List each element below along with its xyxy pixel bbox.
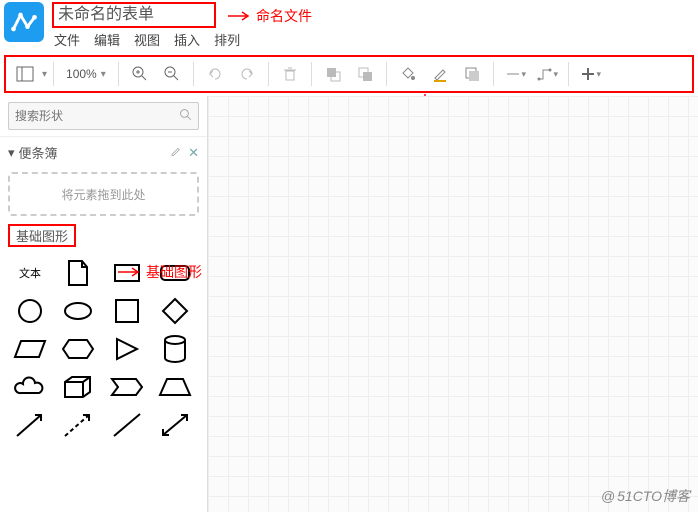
fill-color-button[interactable]	[393, 60, 423, 88]
search-input[interactable]	[8, 102, 199, 130]
scratchpad-dropzone[interactable]: 将元素拖到此处	[8, 172, 199, 216]
shape-diamond[interactable]	[155, 295, 195, 327]
app-logo	[4, 2, 44, 42]
sidebar: ▾ 便条簿 ✕ 将元素拖到此处 基础图形 文本	[0, 96, 208, 512]
undo-button[interactable]	[200, 60, 230, 88]
shape-cloud[interactable]	[10, 371, 50, 403]
menu-insert[interactable]: 插入	[174, 30, 200, 49]
shape-line-arrow[interactable]	[10, 409, 50, 441]
drawing-canvas[interactable]	[208, 96, 698, 512]
shape-rect[interactable]	[107, 295, 147, 327]
search-icon[interactable]	[179, 108, 193, 125]
shape-trapezoid[interactable]	[155, 371, 195, 403]
close-icon[interactable]: ✕	[188, 145, 199, 161]
chevron-down-icon: ▾	[8, 145, 15, 161]
annotation-basic-shapes: 基础图形	[118, 262, 202, 282]
toolbar: ▾ 100%▾ ▾ ▾ ▾	[4, 55, 694, 93]
shape-bidirectional-arrow[interactable]	[155, 409, 195, 441]
delete-button[interactable]	[275, 60, 305, 88]
document-title[interactable]: 未命名的表单	[52, 2, 216, 28]
search-shapes	[8, 102, 199, 130]
shape-ellipse[interactable]	[58, 295, 98, 327]
zoom-out-button[interactable]	[157, 60, 187, 88]
edit-icon[interactable]	[170, 145, 182, 161]
basic-shapes-header[interactable]: 基础图形	[8, 224, 199, 247]
line-color-button[interactable]	[425, 60, 455, 88]
menu-view[interactable]: 视图	[134, 30, 160, 49]
menubar: 文件 编辑 视图 插入 排列	[52, 30, 240, 49]
watermark: @51CTO博客	[601, 486, 690, 506]
zoom-in-button[interactable]	[125, 60, 155, 88]
sidebar-toggle-button[interactable]	[10, 60, 40, 88]
waypoints-button[interactable]: ▾	[532, 60, 562, 88]
shape-parallelogram[interactable]	[10, 333, 50, 365]
shape-triangle[interactable]	[107, 333, 147, 365]
shape-page[interactable]	[58, 257, 98, 289]
scratchpad-label: 便条簿	[19, 143, 58, 162]
shadow-button[interactable]	[457, 60, 487, 88]
to-back-button[interactable]	[350, 60, 380, 88]
header: 未命名的表单 文件 编辑 视图 插入 排列	[0, 0, 698, 49]
shape-line[interactable]	[107, 409, 147, 441]
shape-step[interactable]	[107, 371, 147, 403]
shape-dashed-arrow[interactable]	[58, 409, 98, 441]
shape-cube[interactable]	[58, 371, 98, 403]
menu-file[interactable]: 文件	[54, 30, 80, 49]
shape-hexagon[interactable]	[58, 333, 98, 365]
scratchpad-panel-header[interactable]: ▾ 便条簿 ✕	[0, 136, 207, 168]
insert-button[interactable]: ▾	[575, 60, 605, 88]
menu-arrange[interactable]: 排列	[214, 30, 240, 49]
to-front-button[interactable]	[318, 60, 348, 88]
zoom-dropdown[interactable]: 100%▾	[60, 67, 112, 81]
shape-text[interactable]: 文本	[10, 257, 50, 289]
shape-cylinder[interactable]	[155, 333, 195, 365]
menu-edit[interactable]: 编辑	[94, 30, 120, 49]
connection-style-button[interactable]: ▾	[500, 60, 530, 88]
annotation-rename: 命名文件	[228, 6, 312, 26]
at-icon: @	[601, 488, 615, 504]
redo-button[interactable]	[232, 60, 262, 88]
shape-circle[interactable]	[10, 295, 50, 327]
